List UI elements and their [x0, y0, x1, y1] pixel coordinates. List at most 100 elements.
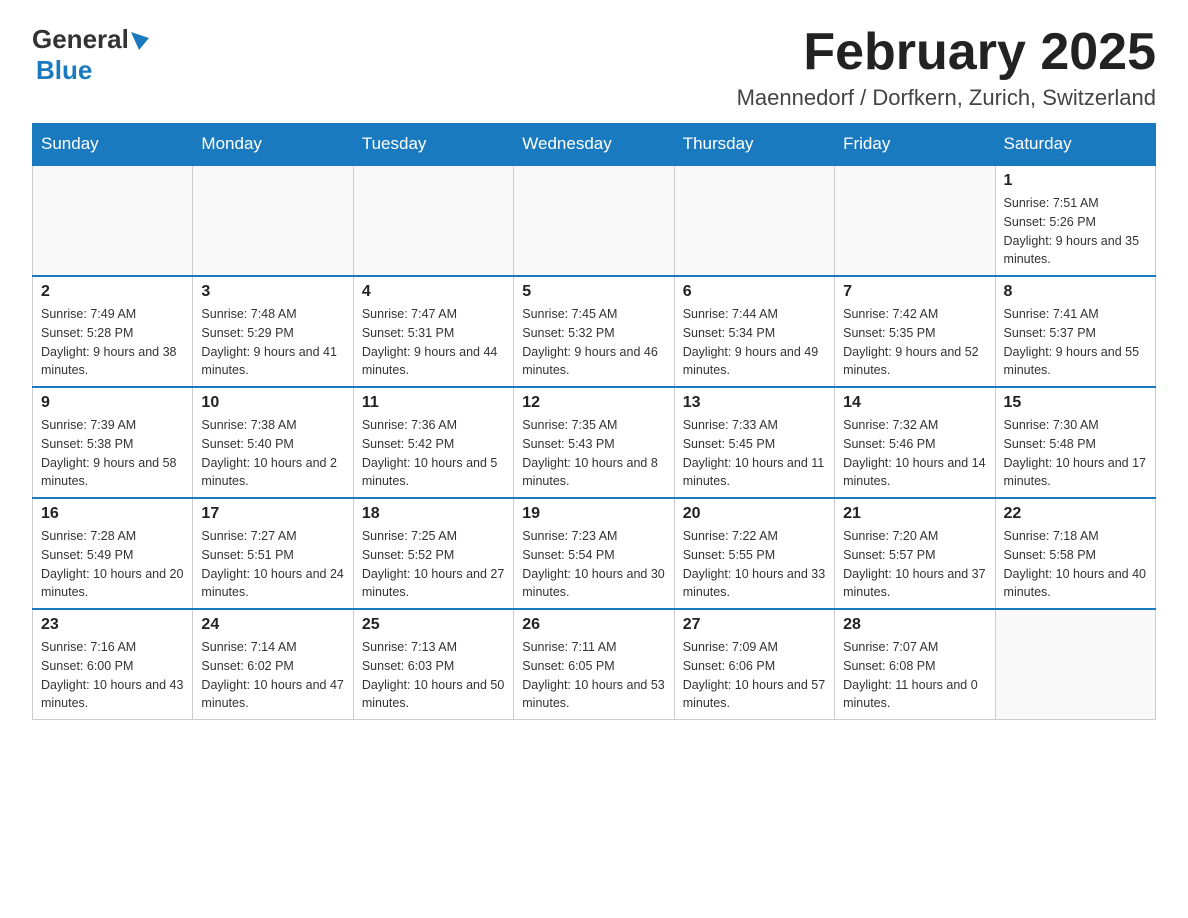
day-info: Sunrise: 7:32 AMSunset: 5:46 PMDaylight:… — [843, 416, 986, 491]
calendar-cell — [353, 165, 513, 276]
calendar-week-1: 1 Sunrise: 7:51 AMSunset: 5:26 PMDaylight… — [33, 165, 1156, 276]
calendar-cell: 9 Sunrise: 7:39 AMSunset: 5:38 PMDaylight… — [33, 387, 193, 498]
day-number: 13 — [683, 394, 826, 412]
calendar-cell: 22 Sunrise: 7:18 AMSunset: 5:58 PMDayligh… — [995, 498, 1155, 609]
day-number: 20 — [683, 505, 826, 523]
calendar-cell — [995, 609, 1155, 720]
day-info: Sunrise: 7:28 AMSunset: 5:49 PMDaylight:… — [41, 527, 184, 602]
day-info: Sunrise: 7:42 AMSunset: 5:35 PMDaylight:… — [843, 305, 986, 380]
day-info: Sunrise: 7:09 AMSunset: 6:06 PMDaylight:… — [683, 638, 826, 713]
calendar-header-row: SundayMondayTuesdayWednesdayThursdayFrid… — [33, 124, 1156, 166]
calendar-cell: 13 Sunrise: 7:33 AMSunset: 5:45 PMDayligh… — [674, 387, 834, 498]
day-number: 17 — [201, 505, 344, 523]
day-number: 15 — [1004, 394, 1147, 412]
calendar-cell: 26 Sunrise: 7:11 AMSunset: 6:05 PMDayligh… — [514, 609, 674, 720]
location-title: Maennedorf / Dorfkern, Zurich, Switzerla… — [737, 85, 1156, 111]
calendar-cell: 23Sunrise: 7:16 AMSunset: 6:00 PMDayligh… — [33, 609, 193, 720]
calendar-cell: 15 Sunrise: 7:30 AMSunset: 5:48 PMDayligh… — [995, 387, 1155, 498]
calendar-cell: 12Sunrise: 7:35 AMSunset: 5:43 PMDayligh… — [514, 387, 674, 498]
calendar-cell: 17Sunrise: 7:27 AMSunset: 5:51 PMDayligh… — [193, 498, 353, 609]
day-number: 19 — [522, 505, 665, 523]
day-header-monday: Monday — [193, 124, 353, 166]
day-info: Sunrise: 7:51 AMSunset: 5:26 PMDaylight:… — [1004, 194, 1147, 269]
calendar-cell — [674, 165, 834, 276]
calendar-cell — [33, 165, 193, 276]
day-number: 26 — [522, 616, 665, 634]
day-info: Sunrise: 7:48 AMSunset: 5:29 PMDaylight:… — [201, 305, 344, 380]
day-info: Sunrise: 7:44 AMSunset: 5:34 PMDaylight:… — [683, 305, 826, 380]
calendar-cell: 8 Sunrise: 7:41 AMSunset: 5:37 PMDaylight… — [995, 276, 1155, 387]
day-info: Sunrise: 7:14 AMSunset: 6:02 PMDaylight:… — [201, 638, 344, 713]
logo-arrow-icon — [131, 32, 149, 50]
day-info: Sunrise: 7:41 AMSunset: 5:37 PMDaylight:… — [1004, 305, 1147, 380]
calendar-cell: 27Sunrise: 7:09 AMSunset: 6:06 PMDayligh… — [674, 609, 834, 720]
calendar-cell: 24 Sunrise: 7:14 AMSunset: 6:02 PMDayligh… — [193, 609, 353, 720]
day-info: Sunrise: 7:22 AMSunset: 5:55 PMDaylight:… — [683, 527, 826, 602]
day-info: Sunrise: 7:33 AMSunset: 5:45 PMDaylight:… — [683, 416, 826, 491]
day-number: 16 — [41, 505, 184, 523]
month-title: February 2025 — [737, 24, 1156, 81]
calendar-cell: 18 Sunrise: 7:25 AMSunset: 5:52 PMDayligh… — [353, 498, 513, 609]
logo: General Blue — [32, 24, 149, 86]
calendar-cell: 19 Sunrise: 7:23 AMSunset: 5:54 PMDayligh… — [514, 498, 674, 609]
day-info: Sunrise: 7:36 AMSunset: 5:42 PMDaylight:… — [362, 416, 505, 491]
day-info: Sunrise: 7:45 AMSunset: 5:32 PMDaylight:… — [522, 305, 665, 380]
calendar-week-5: 23Sunrise: 7:16 AMSunset: 6:00 PMDayligh… — [33, 609, 1156, 720]
calendar-cell: 25Sunrise: 7:13 AMSunset: 6:03 PMDayligh… — [353, 609, 513, 720]
day-info: Sunrise: 7:49 AMSunset: 5:28 PMDaylight:… — [41, 305, 184, 380]
calendar-week-3: 9 Sunrise: 7:39 AMSunset: 5:38 PMDaylight… — [33, 387, 1156, 498]
day-header-wednesday: Wednesday — [514, 124, 674, 166]
day-number: 22 — [1004, 505, 1147, 523]
calendar-cell: 21 Sunrise: 7:20 AMSunset: 5:57 PMDayligh… — [835, 498, 995, 609]
day-info: Sunrise: 7:18 AMSunset: 5:58 PMDaylight:… — [1004, 527, 1147, 602]
day-number: 6 — [683, 283, 826, 301]
calendar-cell — [835, 165, 995, 276]
day-number: 8 — [1004, 283, 1147, 301]
calendar-cell: 7 Sunrise: 7:42 AMSunset: 5:35 PMDaylight… — [835, 276, 995, 387]
day-number: 5 — [522, 283, 665, 301]
calendar-cell: 4Sunrise: 7:47 AMSunset: 5:31 PMDaylight… — [353, 276, 513, 387]
day-header-thursday: Thursday — [674, 124, 834, 166]
day-info: Sunrise: 7:30 AMSunset: 5:48 PMDaylight:… — [1004, 416, 1147, 491]
day-number: 25 — [362, 616, 505, 634]
calendar-cell: 5 Sunrise: 7:45 AMSunset: 5:32 PMDaylight… — [514, 276, 674, 387]
day-number: 18 — [362, 505, 505, 523]
day-header-tuesday: Tuesday — [353, 124, 513, 166]
calendar-cell: 6 Sunrise: 7:44 AMSunset: 5:34 PMDaylight… — [674, 276, 834, 387]
calendar-cell: 14Sunrise: 7:32 AMSunset: 5:46 PMDayligh… — [835, 387, 995, 498]
day-header-sunday: Sunday — [33, 124, 193, 166]
title-area: February 2025 Maennedorf / Dorfkern, Zur… — [737, 24, 1156, 111]
day-number: 24 — [201, 616, 344, 634]
day-number: 3 — [201, 283, 344, 301]
day-number: 7 — [843, 283, 986, 301]
day-info: Sunrise: 7:39 AMSunset: 5:38 PMDaylight:… — [41, 416, 184, 491]
calendar-cell: 20 Sunrise: 7:22 AMSunset: 5:55 PMDayligh… — [674, 498, 834, 609]
day-number: 11 — [362, 394, 505, 412]
day-info: Sunrise: 7:20 AMSunset: 5:57 PMDaylight:… — [843, 527, 986, 602]
day-info: Sunrise: 7:11 AMSunset: 6:05 PMDaylight:… — [522, 638, 665, 713]
calendar-cell: 2 Sunrise: 7:49 AMSunset: 5:28 PMDaylight… — [33, 276, 193, 387]
day-header-saturday: Saturday — [995, 124, 1155, 166]
day-number: 21 — [843, 505, 986, 523]
day-number: 2 — [41, 283, 184, 301]
day-number: 1 — [1004, 172, 1147, 190]
calendar-cell: 3 Sunrise: 7:48 AMSunset: 5:29 PMDaylight… — [193, 276, 353, 387]
logo-blue-text: Blue — [36, 55, 92, 85]
day-header-friday: Friday — [835, 124, 995, 166]
logo-general-text: General — [32, 24, 129, 55]
calendar-cell — [193, 165, 353, 276]
calendar-cell: 10 Sunrise: 7:38 AMSunset: 5:40 PMDayligh… — [193, 387, 353, 498]
calendar-cell: 28Sunrise: 7:07 AMSunset: 6:08 PMDayligh… — [835, 609, 995, 720]
page-header: General Blue February 2025 Maennedorf / … — [32, 24, 1156, 111]
day-info: Sunrise: 7:38 AMSunset: 5:40 PMDaylight:… — [201, 416, 344, 491]
day-info: Sunrise: 7:16 AMSunset: 6:00 PMDaylight:… — [41, 638, 184, 713]
day-info: Sunrise: 7:47 AMSunset: 5:31 PMDaylight:… — [362, 305, 505, 380]
day-number: 28 — [843, 616, 986, 634]
day-number: 9 — [41, 394, 184, 412]
day-number: 10 — [201, 394, 344, 412]
day-info: Sunrise: 7:23 AMSunset: 5:54 PMDaylight:… — [522, 527, 665, 602]
calendar-cell: 11 Sunrise: 7:36 AMSunset: 5:42 PMDayligh… — [353, 387, 513, 498]
calendar-table: SundayMondayTuesdayWednesdayThursdayFrid… — [32, 123, 1156, 720]
day-info: Sunrise: 7:25 AMSunset: 5:52 PMDaylight:… — [362, 527, 505, 602]
calendar-week-2: 2 Sunrise: 7:49 AMSunset: 5:28 PMDaylight… — [33, 276, 1156, 387]
